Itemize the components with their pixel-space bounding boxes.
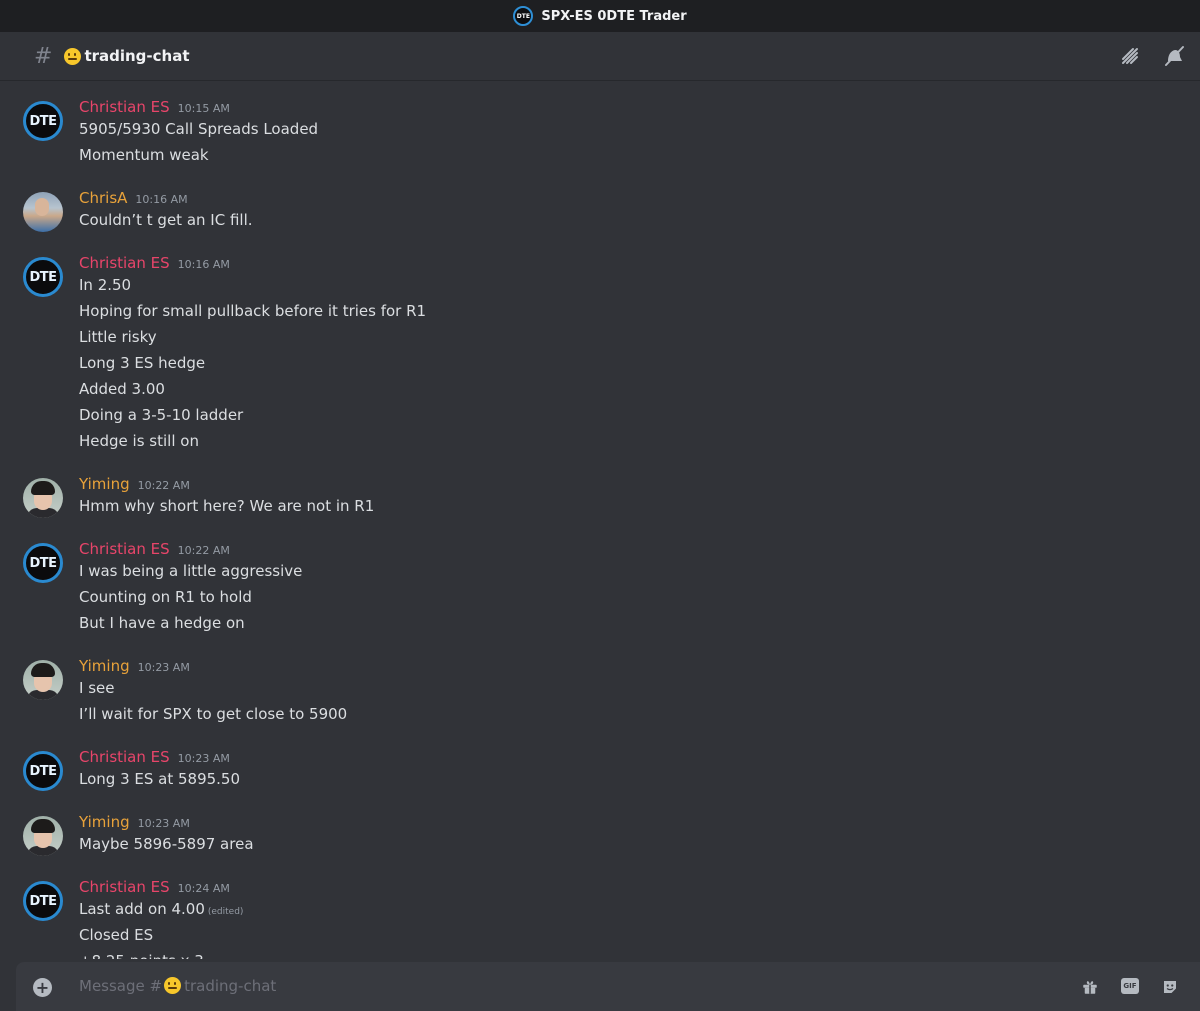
message-line: Closed ES [79, 926, 154, 944]
username[interactable]: Christian ES [79, 254, 170, 272]
username[interactable]: Christian ES [79, 748, 170, 766]
username[interactable]: Yiming [79, 657, 130, 675]
timestamp: 10:23 AM [137, 661, 190, 674]
message-line: Couldn’t t get an IC fill. [79, 211, 253, 229]
timestamp: 10:23 AM [177, 752, 230, 765]
message-line: I’ll wait for SPX to get close to 5900 [79, 705, 348, 723]
message-input[interactable]: Message # trading-chat [79, 977, 276, 995]
window-titlebar: DTE SPX-ES 0DTE Trader [0, 0, 1200, 32]
threads-icon[interactable] [1118, 44, 1142, 68]
message-list: DTE Christian ES 10:15 AM 5905/5930 Call… [0, 81, 1200, 959]
message-line: Long 3 ES at 5895.50 [79, 770, 241, 788]
composer-actions: GIF [1081, 978, 1179, 996]
username[interactable]: Christian ES [79, 98, 170, 116]
message-line: In 2.50 [79, 276, 132, 294]
avatar[interactable] [23, 478, 63, 518]
timestamp: 10:22 AM [177, 544, 230, 557]
channel-hash-icon: # [34, 43, 53, 69]
gift-icon[interactable] [1081, 978, 1099, 996]
username[interactable]: Christian ES [79, 540, 170, 558]
message-line: Long 3 ES hedge [79, 354, 206, 372]
avatar[interactable] [23, 192, 63, 232]
placeholder-prefix: Message # [79, 977, 163, 995]
message-line: But I have a hedge on [79, 614, 245, 632]
message-line: Hmm why short here? We are not in R1 [79, 497, 375, 515]
avatar[interactable]: DTE [23, 881, 63, 921]
avatar[interactable]: DTE [23, 257, 63, 297]
avatar[interactable]: DTE [23, 751, 63, 791]
username[interactable]: Yiming [79, 475, 130, 493]
message-line: 5905/5930 Call Spreads Loaded [79, 120, 319, 138]
gif-button[interactable]: GIF [1121, 978, 1139, 994]
channel-emoji-icon [64, 47, 82, 65]
username[interactable]: Yiming [79, 813, 130, 831]
timestamp: 10:16 AM [135, 193, 188, 206]
message-line: Doing a 3-5-10 ladder [79, 406, 244, 424]
timestamp: 10:15 AM [177, 102, 230, 115]
timestamp: 10:23 AM [137, 817, 190, 830]
message-line: I was being a little aggressive [79, 562, 303, 580]
add-attachment-icon[interactable]: + [33, 978, 52, 997]
avatar[interactable] [23, 816, 63, 856]
server-logo-icon: DTE [513, 6, 534, 26]
placeholder-channel: trading-chat [184, 977, 277, 995]
message-line: Added 3.00 [79, 380, 165, 398]
message-composer[interactable]: + Message # trading-chat GIF [16, 962, 1200, 1011]
message-line: Little risky [79, 328, 157, 346]
message-text: Last add on 4.00 [79, 900, 205, 918]
notification-mute-icon[interactable] [1162, 44, 1186, 68]
username[interactable]: ChrisA [79, 189, 127, 207]
avatar[interactable]: DTE [23, 101, 63, 141]
timestamp: 10:16 AM [177, 258, 230, 271]
channel-emoji-icon [164, 977, 182, 994]
edited-label: (edited) [207, 907, 244, 917]
message-line: Hoping for small pullback before it trie… [79, 302, 427, 320]
message-line: Last add on 4.00 (edited) [79, 899, 243, 922]
timestamp: 10:24 AM [177, 882, 230, 895]
channel-name: trading-chat [84, 47, 190, 65]
timestamp: 10:22 AM [137, 479, 190, 492]
message-line: Momentum weak [79, 146, 209, 164]
message-line: Counting on R1 to hold [79, 588, 252, 606]
username[interactable]: Christian ES [79, 878, 170, 896]
avatar[interactable] [23, 660, 63, 700]
header-toolbar [1118, 44, 1186, 68]
avatar[interactable]: DTE [23, 543, 63, 583]
message-line: +8.25 points x 3 [79, 951, 204, 959]
sticker-icon[interactable] [1161, 978, 1179, 996]
channel-header: # trading-chat [0, 32, 1200, 81]
message-line: Hedge is still on [79, 432, 199, 450]
message-line: Maybe 5896-5897 area [79, 835, 254, 853]
window-title: SPX-ES 0DTE Trader [541, 8, 687, 24]
message-line: I see [79, 679, 115, 697]
